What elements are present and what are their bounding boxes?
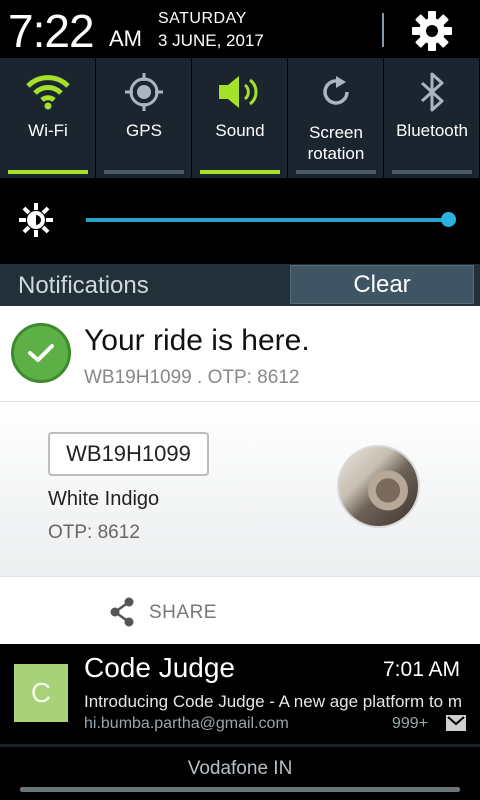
screen-rotation-label-line2: rotation bbox=[307, 144, 365, 163]
code-judge-app-icon: C bbox=[14, 664, 68, 722]
bluetooth-icon bbox=[420, 72, 444, 112]
share-label: SHARE bbox=[149, 602, 217, 623]
gps-icon bbox=[125, 73, 163, 111]
code-judge-notification[interactable]: C Code Judge 7:01 AM Introducing Code Ju… bbox=[0, 644, 480, 744]
screen-rotation-indicator bbox=[296, 170, 376, 174]
date-day: SATURDAY bbox=[158, 10, 247, 27]
car-model: White Indigo bbox=[48, 488, 160, 510]
code-judge-text: Introducing Code Judge - A new age platf… bbox=[84, 692, 463, 711]
gps-indicator bbox=[104, 170, 184, 174]
code-judge-email: hi.bumba.partha@gmail.com bbox=[84, 715, 289, 732]
check-icon bbox=[11, 323, 71, 383]
ride-notification[interactable]: Your ride is here. WB19H1099 . OTP: 8612… bbox=[0, 306, 480, 644]
quick-setting-wifi[interactable]: Wi-Fi bbox=[0, 58, 96, 178]
wifi-indicator bbox=[8, 170, 88, 174]
sound-label: Sound bbox=[215, 121, 265, 140]
clock-ampm: AM bbox=[109, 26, 142, 51]
brightness-slider-thumb[interactable] bbox=[441, 212, 456, 227]
carrier-label: Vodafone IN bbox=[187, 758, 293, 779]
license-plate: WB19H1099 bbox=[48, 432, 209, 476]
quick-setting-bluetooth[interactable]: Bluetooth bbox=[384, 58, 480, 178]
ride-details: WB19H1099 White Indigo OTP: 8612 bbox=[0, 402, 480, 576]
driver-avatar bbox=[337, 445, 420, 528]
status-header: 7:22 AM SATURDAY 3 JUNE, 2017 bbox=[0, 0, 480, 58]
screen-rotation-label: Screen rotation bbox=[288, 122, 384, 164]
bluetooth-label: Bluetooth bbox=[396, 121, 468, 140]
gear-icon[interactable] bbox=[410, 9, 454, 53]
code-judge-title: Code Judge bbox=[84, 652, 236, 683]
wifi-icon bbox=[26, 75, 70, 110]
date-full: 3 JUNE, 2017 bbox=[158, 31, 264, 50]
ride-subtitle: WB19H1099 . OTP: 8612 bbox=[84, 367, 300, 388]
rotation-icon bbox=[323, 76, 349, 105]
share-icon bbox=[110, 597, 134, 627]
clock-time: 7:22 bbox=[8, 5, 95, 57]
quick-setting-gps[interactable]: GPS bbox=[96, 58, 192, 178]
mail-icon bbox=[446, 715, 466, 731]
notifications-title: Notifications bbox=[18, 272, 149, 299]
ride-title: Your ride is here. bbox=[84, 324, 310, 357]
code-judge-time: 7:01 AM bbox=[383, 658, 461, 681]
screen-rotation-label-line1: Screen bbox=[309, 123, 363, 142]
clear-button[interactable]: Clear bbox=[290, 265, 474, 304]
share-button[interactable]: SHARE bbox=[0, 576, 480, 644]
quick-settings-panel: Wi-Fi GPS Sound Screen rotation Bluetoot… bbox=[0, 58, 480, 178]
carrier-bar: Vodafone IN bbox=[0, 747, 480, 800]
quick-setting-screen-rotation[interactable]: Screen rotation bbox=[288, 58, 384, 178]
sound-icon bbox=[219, 76, 258, 108]
header-divider bbox=[382, 13, 384, 47]
drag-handle[interactable] bbox=[20, 787, 460, 792]
brightness-icon bbox=[19, 203, 53, 237]
gps-label: GPS bbox=[126, 121, 162, 140]
code-judge-count: 999+ bbox=[392, 715, 429, 732]
brightness-slider-track[interactable] bbox=[86, 218, 448, 222]
ride-otp: OTP: 8612 bbox=[48, 522, 140, 543]
bluetooth-indicator bbox=[392, 170, 472, 174]
quick-setting-sound[interactable]: Sound bbox=[192, 58, 288, 178]
wifi-label: Wi-Fi bbox=[28, 121, 68, 140]
sound-indicator bbox=[200, 170, 280, 174]
